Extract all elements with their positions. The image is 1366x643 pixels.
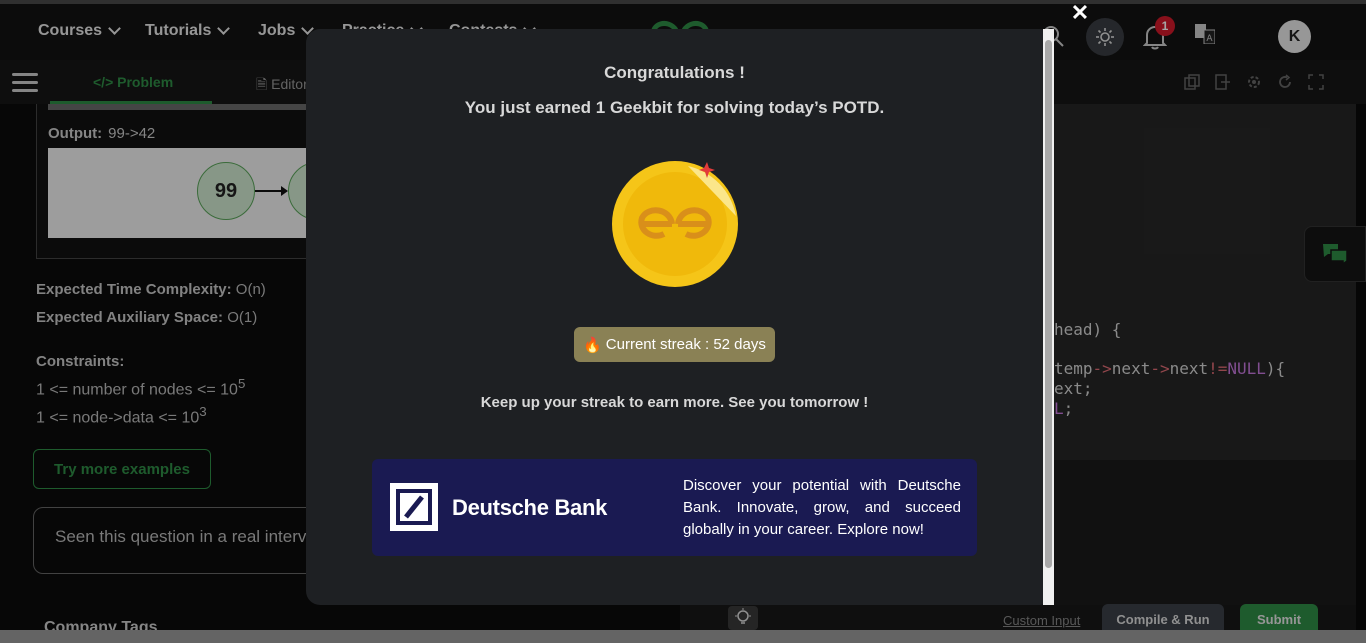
modal-scrollbar-thumb[interactable] [1045,40,1052,568]
streak-text: Current streak : 52 days [605,336,766,353]
streak-badge: 🔥 Current streak : 52 days [574,327,775,362]
ad-text: Discover your potential with Deutsche Ba… [683,477,961,538]
deutsche-bank-logo-icon [390,483,438,531]
ad-brand: Deutsche Bank [452,495,608,520]
geekbit-coin-icon [612,161,738,287]
keep-up-message: Keep up your streak to earn more. See yo… [480,394,869,411]
fire-icon: 🔥 [583,336,602,354]
modal-subtitle: You just earned 1 Geekbit for solving to… [464,98,885,117]
close-button[interactable]: ✕ [1068,0,1092,25]
modal-title: Congratulations ! [604,63,745,82]
